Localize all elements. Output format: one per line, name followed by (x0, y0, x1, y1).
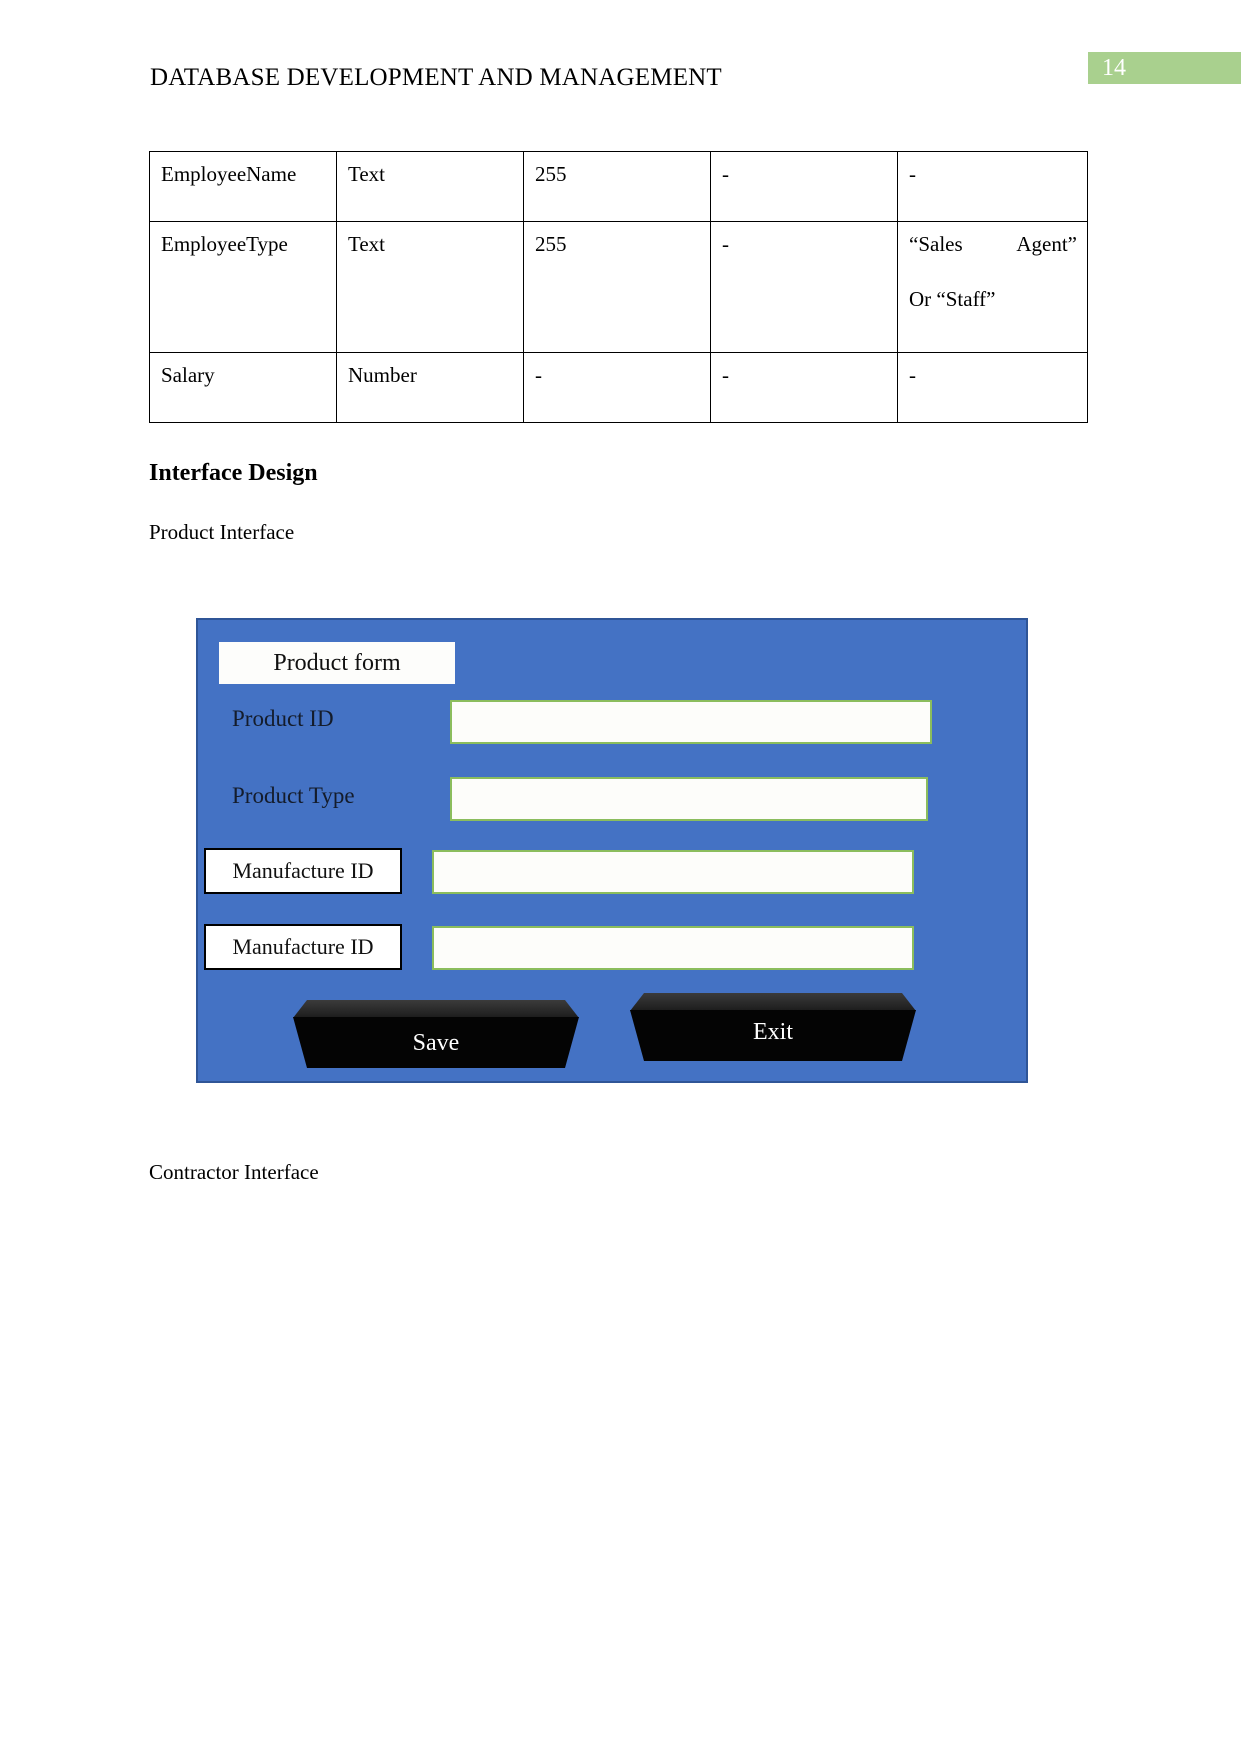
document-header-title: DATABASE DEVELOPMENT AND MANAGEMENT (150, 64, 722, 91)
exit-button-face: Exit (630, 1010, 916, 1061)
section-heading-interface-design: Interface Design (149, 460, 318, 486)
cell-remark: - (897, 151, 1088, 222)
label-box-manufacture-id-2: Manufacture ID (204, 924, 402, 970)
cell-field-name: EmployeeType (149, 221, 337, 353)
input-product-id[interactable] (450, 700, 932, 744)
exit-button-bevel (630, 993, 916, 1011)
label-product-type: Product Type (232, 783, 355, 808)
form-field-product-type: Product Type (198, 775, 1030, 821)
caption-product-interface: Product Interface (149, 520, 295, 544)
cell-remark: “Sales Agent” Or “Staff” (897, 221, 1088, 353)
table-row: EmployeeType Text 255 - “Sales Agent” Or… (149, 221, 1088, 353)
label-manufacture-id-2: Manufacture ID (232, 934, 374, 959)
table-row: EmployeeName Text 255 - - (149, 151, 1088, 222)
cell-key: - (710, 151, 898, 222)
input-product-type[interactable] (450, 777, 928, 821)
save-button-label: Save (412, 1029, 460, 1056)
cell-remark-line-2: Or “Staff” (909, 287, 996, 311)
exit-button[interactable]: Exit (630, 993, 916, 1061)
cell-field-name: Salary (149, 352, 337, 423)
label-manufacture-id-1: Manufacture ID (232, 858, 374, 883)
form-field-manufacture-id-2: Manufacture ID (198, 924, 1030, 970)
form-title-box: Product form (219, 642, 455, 684)
input-manufacture-id-1[interactable] (432, 850, 914, 894)
cell-data-type: Text (336, 151, 524, 222)
product-form-mockup: Product form Product ID Product Type Man… (196, 618, 1028, 1083)
cell-remark-line-1: - (909, 162, 916, 186)
form-title-label: Product form (273, 650, 401, 676)
cell-data-type: Text (336, 221, 524, 353)
cell-remark: - (897, 352, 1088, 423)
cell-remark-line-1: “Sales Agent” (909, 232, 1077, 256)
cell-field-name: EmployeeName (149, 151, 337, 222)
form-field-manufacture-id-1: Manufacture ID (198, 848, 1030, 894)
table-row: Salary Number - - - (149, 352, 1088, 423)
cell-field-size: 255 (523, 221, 711, 353)
page-number-badge: 14 (1088, 52, 1241, 84)
cell-field-size: 255 (523, 151, 711, 222)
exit-button-label: Exit (753, 1018, 793, 1045)
save-button-bevel (293, 1000, 579, 1018)
page-number-label: 14 (1102, 55, 1126, 81)
save-button[interactable]: Save (293, 1000, 579, 1068)
cell-key: - (710, 221, 898, 353)
form-field-product-id: Product ID (198, 698, 1030, 744)
cell-remark-line-1: - (909, 363, 916, 387)
caption-contractor-interface: Contractor Interface (149, 1160, 319, 1184)
field-specification-table: EmployeeName Text 255 - - EmployeeType T… (149, 151, 1088, 423)
label-box-manufacture-id-1: Manufacture ID (204, 848, 402, 894)
label-product-id: Product ID (232, 706, 334, 731)
cell-field-size: - (523, 352, 711, 423)
cell-data-type: Number (336, 352, 524, 423)
page-header: DATABASE DEVELOPMENT AND MANAGEMENT 14 (0, 52, 1241, 102)
cell-key: - (710, 352, 898, 423)
input-manufacture-id-2[interactable] (432, 926, 914, 970)
save-button-face: Save (293, 1017, 579, 1068)
